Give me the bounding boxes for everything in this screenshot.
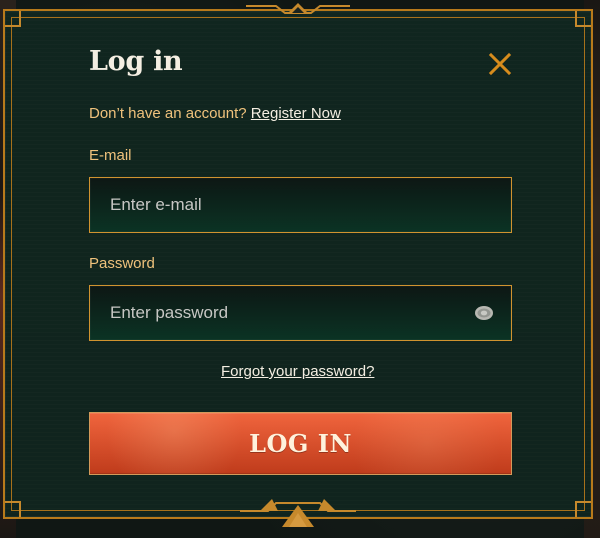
page-title: Log in xyxy=(89,46,183,77)
corner-bottom-left xyxy=(5,501,21,517)
password-label: Password xyxy=(89,255,155,272)
corner-bottom-right xyxy=(575,501,591,517)
email-label: E-mail xyxy=(89,147,132,164)
register-now-link[interactable]: Register Now xyxy=(251,105,341,122)
page: Log in Don’t have an account? Register N… xyxy=(0,0,600,538)
forgot-password-link[interactable]: Forgot your password? xyxy=(221,363,374,380)
top-ornament-icon xyxy=(246,3,350,14)
register-prompt: Don’t have an account? Register Now xyxy=(89,105,341,122)
close-icon xyxy=(487,51,513,77)
login-modal: Log in Don’t have an account? Register N… xyxy=(3,3,593,527)
email-field xyxy=(89,177,512,233)
close-button[interactable] xyxy=(487,51,513,77)
corner-top-left xyxy=(5,11,21,27)
corner-top-right xyxy=(575,11,591,27)
eye-icon xyxy=(473,304,495,322)
password-field xyxy=(89,285,512,341)
login-button[interactable]: LOG IN xyxy=(89,412,512,475)
register-prompt-text: Don’t have an account? xyxy=(89,105,247,122)
email-input[interactable] xyxy=(90,178,511,232)
bottom-ornament-icon xyxy=(240,499,356,527)
password-input[interactable] xyxy=(90,286,511,340)
password-visibility-toggle[interactable] xyxy=(473,304,495,322)
